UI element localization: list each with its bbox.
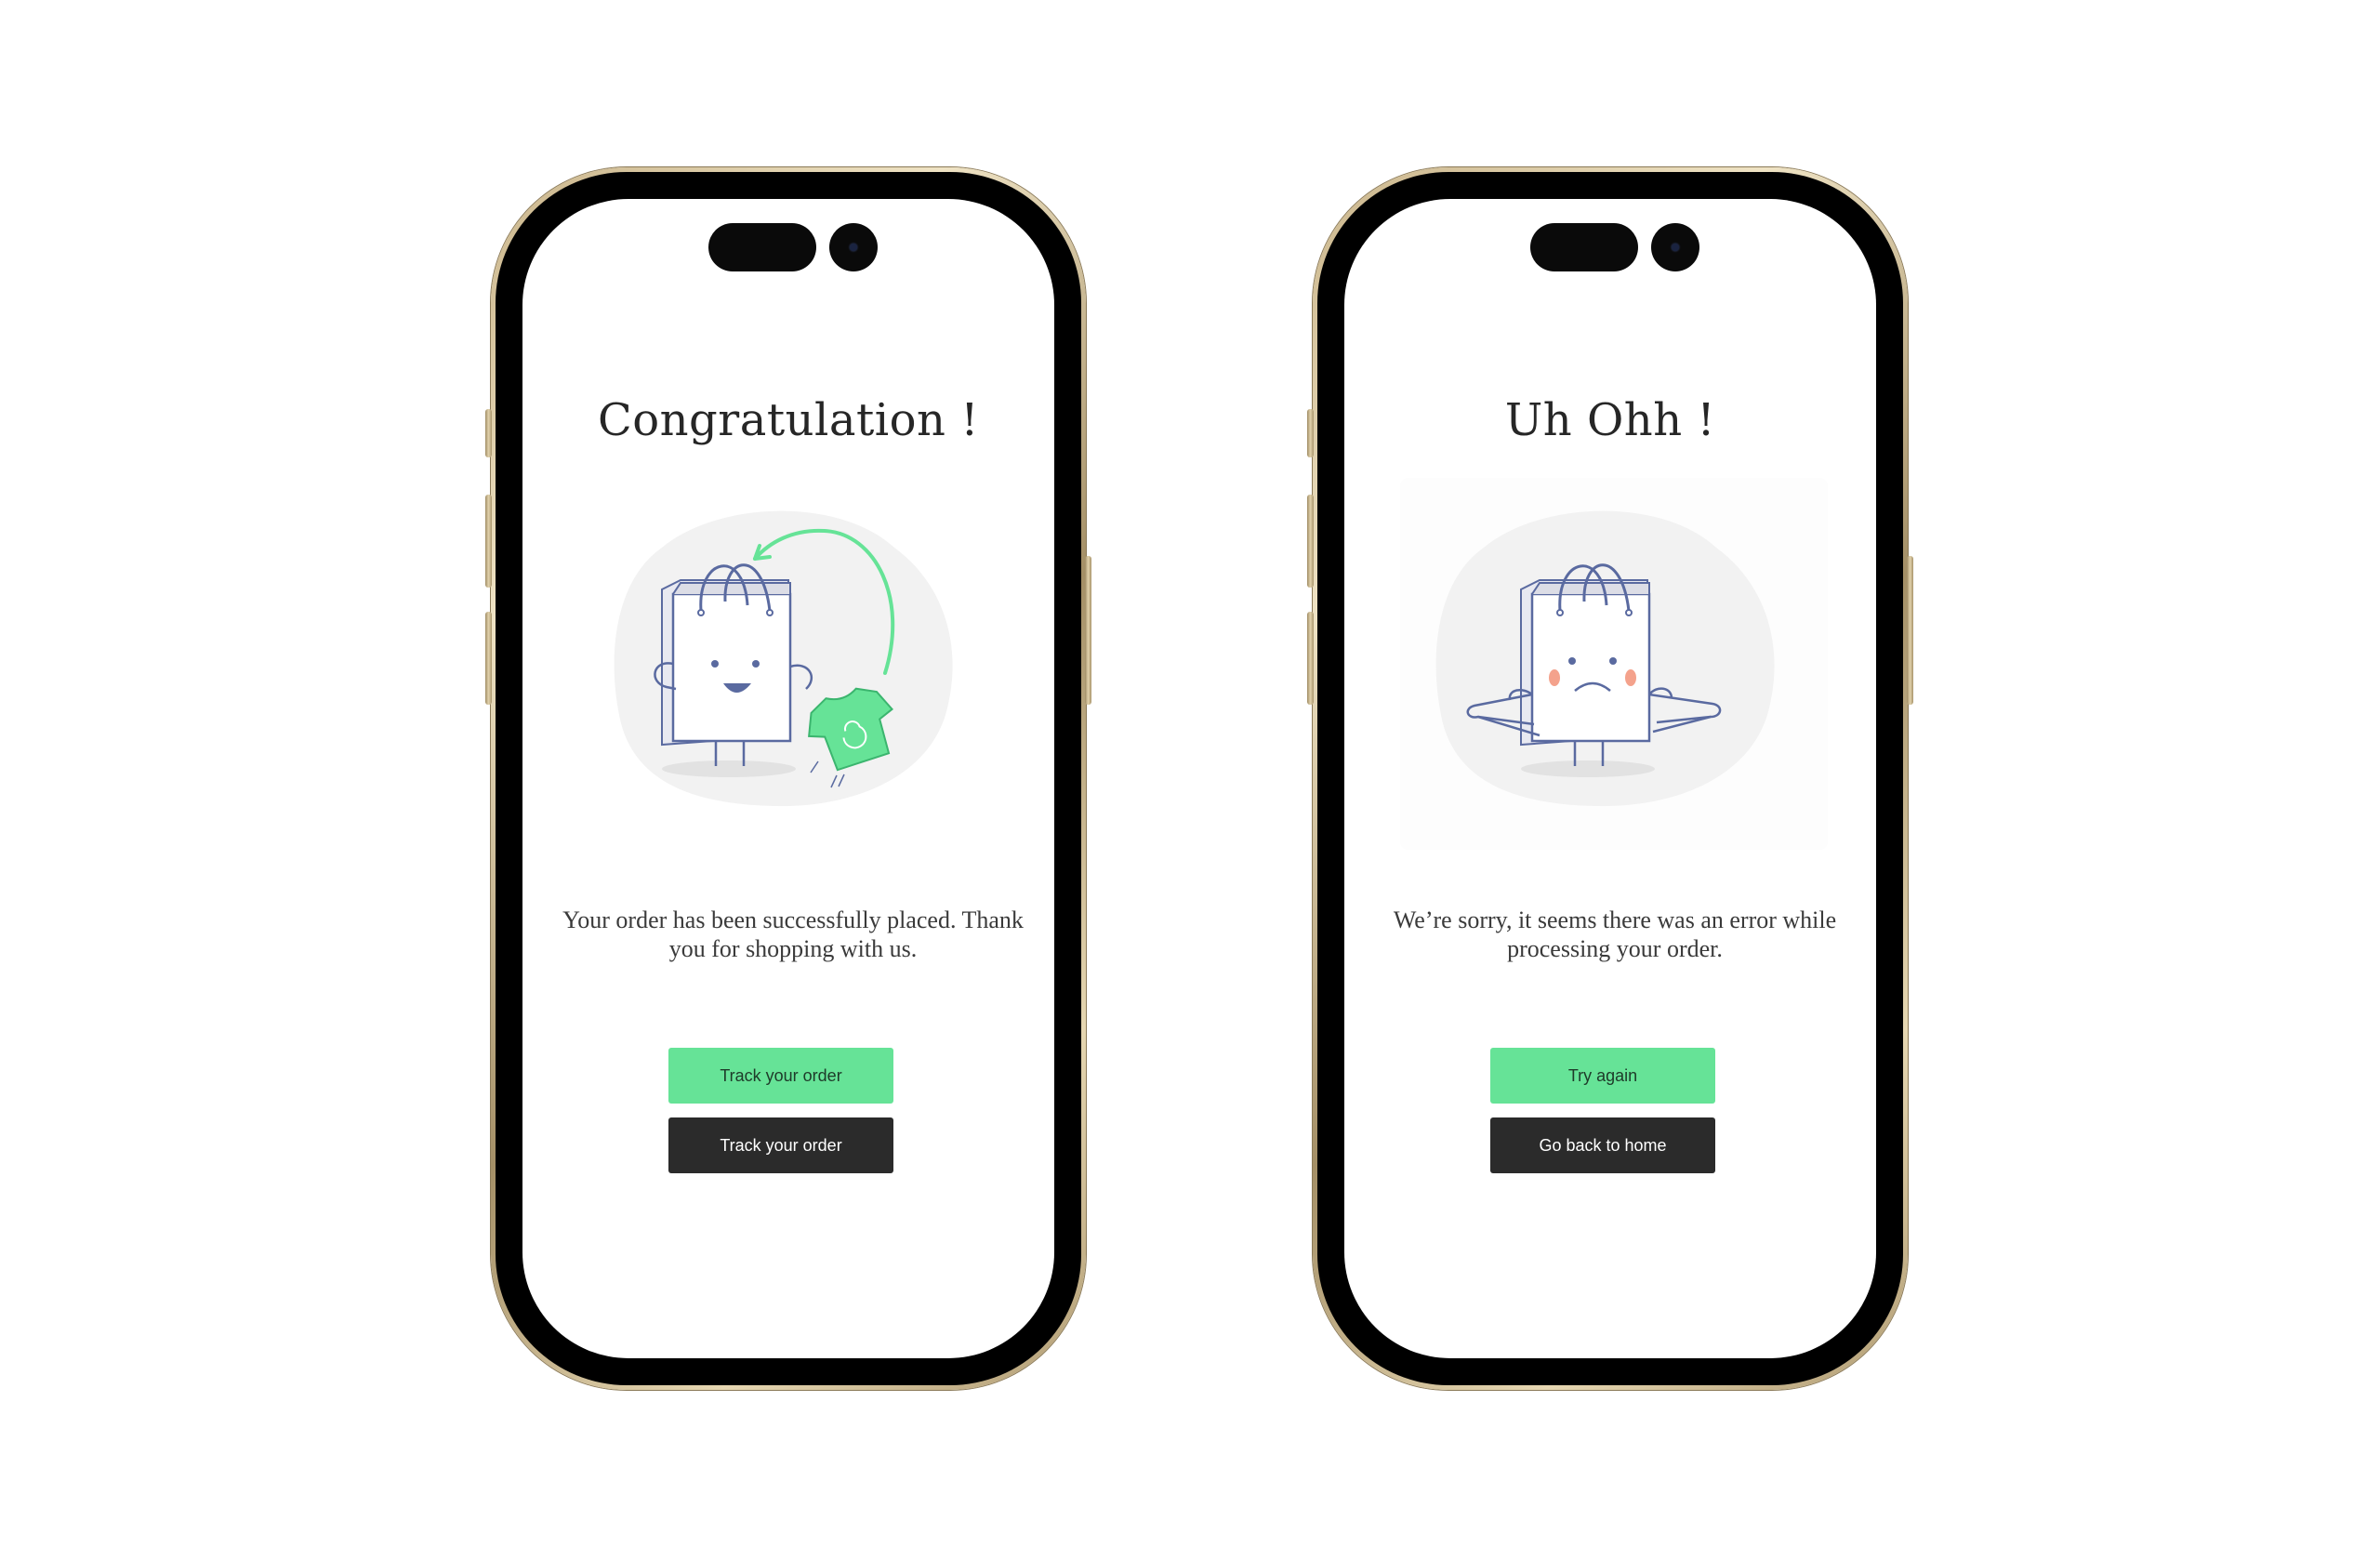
camera-icon [1651, 223, 1699, 271]
dynamic-island [1530, 223, 1638, 271]
sad-shopping-bag-illustration [1419, 492, 1791, 808]
volume-up-button [485, 495, 492, 588]
phone-bezel: Uh Ohh ! We’re sorry, it seems there was… [1317, 172, 1903, 1385]
volume-down-button [1307, 612, 1314, 705]
camera-icon [829, 223, 878, 271]
success-message: Your order has been successfully placed.… [562, 906, 1024, 962]
track-order-button[interactable]: Track your order [668, 1048, 893, 1104]
success-screen: Congratulation ! Your order has been suc… [522, 199, 1054, 1358]
track-order-secondary-button[interactable]: Track your order [668, 1117, 893, 1173]
phone-bezel: Congratulation ! Your order has been suc… [496, 172, 1081, 1385]
power-button [1907, 556, 1913, 705]
volume-up-button [1307, 495, 1314, 588]
page-title: Congratulation ! [598, 394, 979, 446]
phone-frame-error: Uh Ohh ! We’re sorry, it seems there was… [1307, 167, 1913, 1390]
volume-down-button [485, 612, 492, 705]
error-message: We’re sorry, it seems there was an error… [1393, 906, 1837, 962]
error-screen: Uh Ohh ! We’re sorry, it seems there was… [1344, 199, 1876, 1358]
page-title: Uh Ohh ! [1504, 394, 1716, 446]
power-button [1085, 556, 1091, 705]
action-button [1307, 409, 1314, 457]
happy-shopping-bag-illustration [597, 492, 969, 808]
dynamic-island [708, 223, 816, 271]
action-button [485, 409, 492, 457]
phone-frame-success: Congratulation ! Your order has been suc… [485, 167, 1091, 1390]
try-again-button[interactable]: Try again [1490, 1048, 1715, 1104]
go-back-home-button[interactable]: Go back to home [1490, 1117, 1715, 1173]
